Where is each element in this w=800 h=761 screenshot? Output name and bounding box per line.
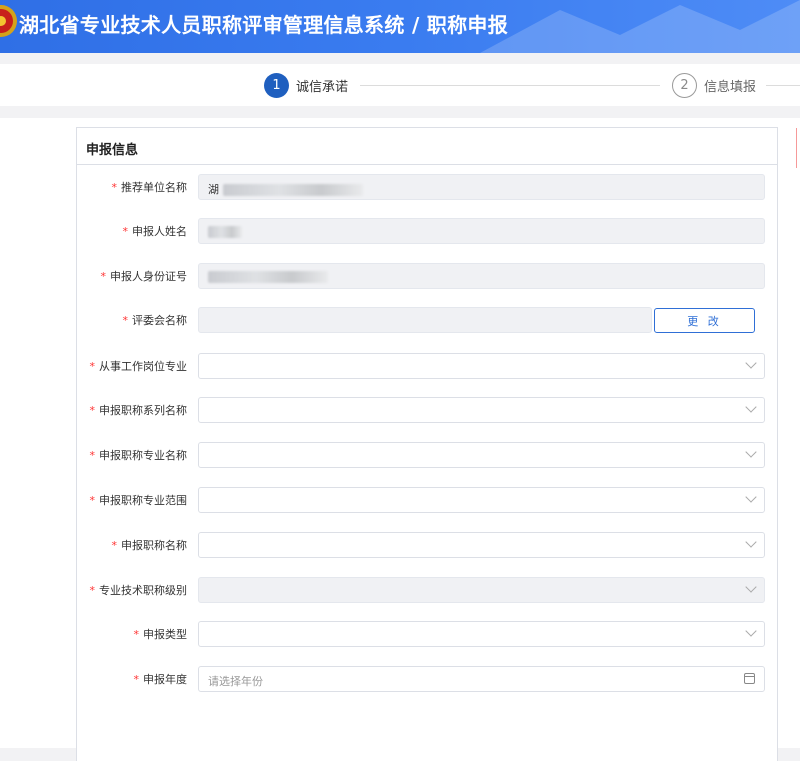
apply-year-picker[interactable]: 请选择年份 — [198, 666, 765, 692]
redacted-text — [208, 226, 242, 238]
chevron-down-icon — [745, 446, 757, 458]
national-emblem-icon — [0, 5, 17, 37]
title-major-select[interactable] — [198, 442, 765, 468]
chevron-down-icon — [745, 536, 757, 548]
step-2-label: 信息填报 — [704, 80, 757, 95]
header-decoration — [480, 0, 800, 53]
step-connector-tail — [766, 85, 800, 86]
step-2-number: 2 — [672, 73, 697, 98]
row-title-major: * 申报职称专业名称 — [77, 442, 777, 468]
row-committee: * 评委会名称 更 改 — [77, 307, 777, 333]
tech-level-select[interactable] — [198, 577, 765, 603]
row-title-scope: * 申报职称专业范围 — [77, 487, 777, 513]
row-apply-type: * 申报类型 — [77, 621, 777, 647]
tech-level-label: * 专业技术职称级别 — [89, 584, 188, 597]
step-bar: 1 诚信承诺 2 信息填报 — [0, 64, 800, 106]
apply-info-panel: 申报信息 * 推荐单位名称 湖 * 申报人姓名 * 申报人身份证号 * 评委会名称 — [76, 127, 778, 761]
row-title-name: * 申报职称名称 — [77, 532, 777, 558]
row-apply-year: * 申报年度 请选择年份 — [77, 666, 777, 692]
row-applicant-id: * 申报人身份证号 — [77, 263, 777, 289]
title-scope-label: * 申报职称专业范围 — [89, 494, 188, 507]
title-scope-select[interactable] — [198, 487, 765, 513]
committee-label: * 评委会名称 — [122, 314, 188, 327]
row-applicant-name: * 申报人姓名 — [77, 218, 777, 244]
app-header: 湖北省专业技术人员职称评审管理信息系统 / 职称申报 — [0, 0, 800, 53]
change-committee-button[interactable]: 更 改 — [654, 308, 755, 333]
work-post-label: * 从事工作岗位专业 — [89, 360, 188, 373]
page-title: 湖北省专业技术人员职称评审管理信息系统 / 职称申报 — [19, 13, 509, 37]
step-connector — [360, 85, 660, 86]
apply-year-label: * 申报年度 — [133, 673, 188, 686]
redacted-text — [222, 184, 363, 196]
chevron-down-icon — [745, 491, 757, 503]
step-1[interactable]: 1 诚信承诺 — [264, 73, 348, 98]
apply-year-placeholder: 请选择年份 — [208, 675, 263, 688]
title-major-label: * 申报职称专业名称 — [89, 449, 188, 462]
recommend-unit-label: * 推荐单位名称 — [111, 181, 188, 194]
chevron-down-icon — [745, 625, 757, 637]
main-content: 申报信息 * 推荐单位名称 湖 * 申报人姓名 * 申报人身份证号 * 评委会名称 — [0, 118, 800, 761]
apply-type-select[interactable] — [198, 621, 765, 647]
applicant-id-label: * 申报人身份证号 — [100, 270, 188, 283]
applicant-name-input[interactable] — [198, 218, 765, 244]
work-post-select[interactable] — [198, 353, 765, 379]
applicant-id-input[interactable] — [198, 263, 765, 289]
panel-title: 申报信息 — [77, 128, 777, 165]
apply-type-label: * 申报类型 — [133, 628, 188, 641]
calendar-icon — [744, 673, 755, 684]
row-work-post: * 从事工作岗位专业 — [77, 353, 777, 379]
chevron-down-icon — [745, 357, 757, 369]
committee-input[interactable] — [198, 307, 652, 333]
title-name-select[interactable] — [198, 532, 765, 558]
row-recommend-unit: * 推荐单位名称 湖 — [77, 174, 777, 200]
title-name-label: * 申报职称名称 — [111, 539, 188, 552]
title-series-select[interactable] — [198, 397, 765, 423]
chevron-down-icon — [745, 581, 757, 593]
title-series-label: * 申报职称系列名称 — [89, 404, 188, 417]
recommend-unit-value: 湖 — [208, 183, 219, 196]
recommend-unit-input[interactable]: 湖 — [198, 174, 765, 200]
row-title-series: * 申报职称系列名称 — [77, 397, 777, 423]
applicant-name-label: * 申报人姓名 — [122, 225, 188, 238]
step-1-label: 诚信承诺 — [296, 80, 349, 95]
step-1-number: 1 — [264, 73, 289, 98]
chevron-down-icon — [745, 401, 757, 413]
scroll-edge-marker — [796, 128, 797, 168]
step-2[interactable]: 2 信息填报 — [672, 73, 756, 98]
redacted-text — [208, 271, 328, 283]
row-tech-level: * 专业技术职称级别 — [77, 577, 777, 603]
